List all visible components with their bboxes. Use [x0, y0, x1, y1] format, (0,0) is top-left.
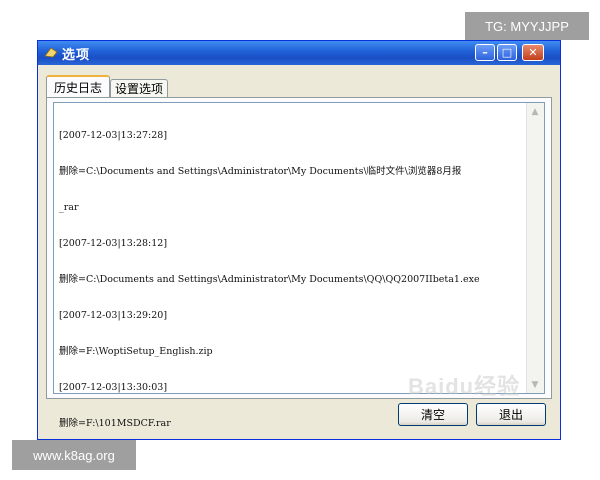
log-line: [2007-12-03|13:28:12] — [59, 238, 168, 249]
log-line: 删除=C:\Documents and Settings\Administrat… — [59, 166, 462, 177]
site-badge: www.k8ag.org — [12, 440, 136, 470]
log-line: 删除=F:\WoptiSetup_English.zip — [59, 346, 213, 357]
exit-button[interactable]: 退出 — [476, 403, 546, 426]
scroll-up-icon[interactable]: ▲ — [528, 104, 542, 119]
tab-panel: [2007-12-03|13:27:28] 删除=C:\Documents an… — [46, 97, 552, 429]
tg-badge: TG: MYYJJPP — [465, 12, 589, 40]
clear-button[interactable]: 清空 — [398, 403, 468, 426]
window-title: 选项 — [62, 48, 91, 63]
app-icon — [44, 47, 58, 58]
tab-settings[interactable]: 设置选项 — [110, 79, 168, 97]
log-line: [2007-12-03|13:27:28] — [59, 130, 168, 141]
close-button[interactable]: ✕ — [522, 44, 544, 61]
log-line: 删除=C:\Documents and Settings\Administrat… — [59, 274, 480, 285]
vertical-scrollbar[interactable]: ▲ ▼ — [526, 103, 544, 393]
log-line: _rar — [59, 202, 79, 213]
log-line: [2007-12-03|13:29:20] — [59, 310, 168, 321]
tab-history-log[interactable]: 历史日志 — [46, 75, 110, 97]
log-textarea[interactable]: [2007-12-03|13:27:28] 删除=C:\Documents an… — [53, 102, 545, 429]
minimize-button[interactable]: – — [475, 44, 495, 61]
options-dialog: 选项 – □ ✕ 历史日志 设置选项 [2007-12-03|13:27:28]… — [37, 40, 561, 440]
title-bar[interactable]: 选项 – □ ✕ — [38, 41, 560, 65]
maximize-button[interactable]: □ — [497, 44, 517, 61]
